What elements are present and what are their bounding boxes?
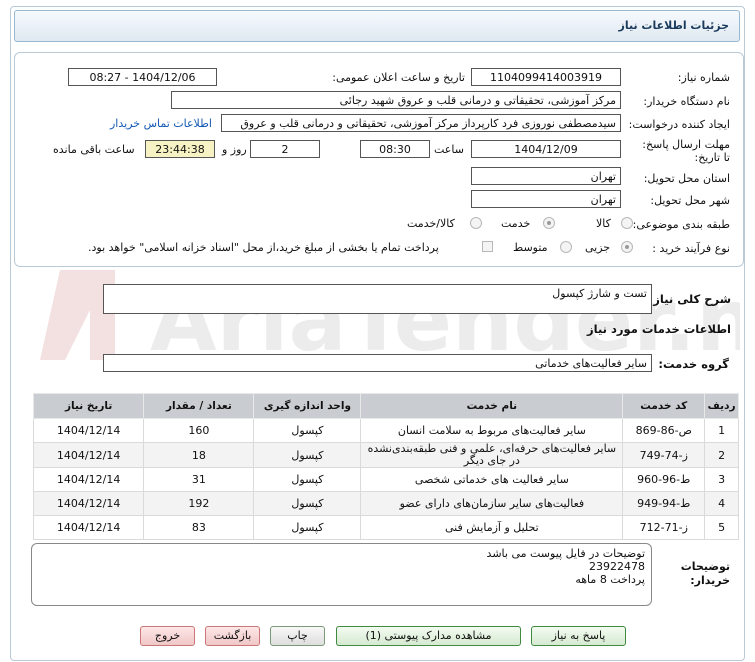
category-option-goods: کالا [596, 217, 611, 230]
city-field[interactable]: تهران [471, 190, 621, 208]
category-label: طبقه بندی موضوعی: [632, 218, 730, 231]
remaining-time-field: 23:44:38 [145, 140, 215, 158]
cell-row: 5 [704, 515, 739, 540]
payment-note: پرداخت تمام یا بخشی از مبلغ خرید،از محل … [88, 241, 439, 254]
purchase-option-minor: جزیی [585, 241, 611, 254]
reply-button[interactable]: پاسخ به نیاز [531, 626, 626, 646]
category-option-goods-service: کالا/خدمت [407, 217, 455, 230]
table-row: 3 ط-96-960 سایر فعالیت های خدماتی شخصی ک… [32, 467, 739, 492]
cell-qty: 18 [143, 442, 255, 468]
need-number-label: شماره نیاز: [677, 71, 730, 84]
cell-row: 1 [704, 418, 739, 443]
announce-field[interactable]: 1404/12/06 - 08:27 [68, 68, 217, 86]
buyer-notes-line: پرداخت 8 ماهه [575, 573, 645, 586]
category-radio-goods[interactable] [621, 217, 633, 229]
cell-row: 2 [704, 442, 739, 468]
cell-code: ز-74-749 [622, 442, 706, 468]
cell-name: فعالیت‌های سایر سازمان‌های دارای عضو [360, 491, 624, 516]
cell-unit: کپسول [253, 467, 362, 492]
cell-unit: کپسول [253, 491, 362, 516]
city-label: شهر محل تحویل: [650, 194, 730, 207]
buyer-notes-field[interactable]: توضیحات در فایل پیوست می باشد 23922478 پ… [31, 543, 652, 606]
cell-qty: 31 [143, 467, 255, 492]
days-field[interactable]: 2 [250, 140, 320, 158]
category-radio-service[interactable] [543, 217, 555, 229]
days-label: روز و [222, 143, 247, 156]
table-row: 1 ص-86-869 سایر فعالیت‌های مربوط به سلام… [32, 418, 739, 443]
services-heading: اطلاعات خدمات مورد نیاز [587, 322, 731, 336]
table-row: 4 ط-94-949 فعالیت‌های سایر سازمان‌های دا… [32, 491, 739, 516]
cell-name: سایر فعالیت‌های مربوط به سلامت انسان [360, 418, 624, 443]
cell-code: ط-96-960 [622, 467, 706, 492]
back-button[interactable]: بازگشت [205, 626, 260, 646]
need-number-field[interactable]: 1104099414003919 [471, 68, 621, 86]
col-name: نام خدمت [360, 393, 624, 419]
cell-name: سایر فعالیت های خدماتی شخصی [360, 467, 624, 492]
attachments-button[interactable]: مشاهده مدارک پیوستی (1) [336, 626, 521, 646]
print-button[interactable]: چاپ [270, 626, 325, 646]
deadline-date-field[interactable]: 1404/12/09 [471, 140, 621, 158]
cell-code: ط-94-949 [622, 491, 706, 516]
table-header-row: ردیف کد خدمت نام خدمت واحد اندازه گیری ت… [32, 393, 739, 419]
purchase-radio-minor[interactable] [621, 241, 633, 253]
service-group-label: گروه خدمت: [658, 357, 729, 371]
purchase-radio-medium[interactable] [560, 241, 572, 253]
table-row: 5 ز-71-712 تحلیل و آزمایش فنی کپسول 83 1… [32, 515, 739, 540]
creator-label: ایجاد کننده درخواست: [628, 118, 730, 131]
creator-field[interactable]: سیدمصطفی نوروزی فرد کارپرداز مرکز آموزشی… [221, 114, 621, 132]
service-group-field[interactable]: سایر فعالیت‌های خدماتی [103, 354, 652, 372]
col-code: کد خدمت [622, 393, 706, 419]
cell-qty: 160 [143, 418, 255, 443]
cell-unit: کپسول [253, 515, 362, 540]
col-row: ردیف [704, 393, 739, 419]
buyer-notes-label: توضیحات خریدار: [680, 560, 730, 587]
deadline-label: مهلت ارسال پاسخ: تا تاریخ: [642, 138, 730, 164]
table-row: 2 ز-74-749 سایر فعالیت‌های حرفه‌ای، علمی… [32, 442, 739, 468]
page-header: جزئیات اطلاعات نیاز [14, 10, 740, 42]
cell-code: ز-71-712 [622, 515, 706, 540]
contact-buyer-link[interactable]: اطلاعات تماس خریدار [110, 117, 212, 130]
cell-code: ص-86-869 [622, 418, 706, 443]
province-label: استان محل تحویل: [643, 172, 730, 185]
remaining-label: ساعت باقی مانده [53, 143, 135, 156]
announce-label: تاریخ و ساعت اعلان عمومی: [332, 71, 465, 84]
cell-qty: 83 [143, 515, 255, 540]
deadline-time-field[interactable]: 08:30 [360, 140, 430, 158]
category-option-service: خدمت [501, 217, 531, 230]
summary-field[interactable]: تست و شارژ کپسول [103, 284, 652, 314]
cell-date: 1404/12/14 [32, 491, 145, 516]
cell-qty: 192 [143, 491, 255, 516]
buyer-org-label: نام دستگاه خریدار: [643, 95, 730, 108]
cell-row: 3 [704, 467, 739, 492]
province-field[interactable]: تهران [471, 167, 621, 185]
cell-unit: کپسول [253, 442, 362, 468]
purchase-option-medium: متوسط [513, 241, 548, 254]
col-unit: واحد اندازه گیری [253, 393, 362, 419]
summary-label: شرح کلی نیاز: [648, 292, 731, 306]
services-table: ردیف کد خدمت نام خدمت واحد اندازه گیری ت… [32, 393, 739, 540]
cell-date: 1404/12/14 [32, 515, 145, 540]
cell-date: 1404/12/14 [32, 418, 145, 443]
cell-date: 1404/12/14 [32, 442, 145, 468]
page-title: جزئیات اطلاعات نیاز [618, 19, 730, 32]
treasury-checkbox[interactable] [482, 241, 493, 252]
buyer-notes-line: 23922478 [589, 560, 645, 573]
buyer-notes-line: توضیحات در فایل پیوست می باشد [486, 547, 645, 560]
cell-date: 1404/12/14 [32, 467, 145, 492]
cell-name: تحلیل و آزمایش فنی [360, 515, 624, 540]
buyer-org-field[interactable]: مرکز آموزشی، تحقیقاتی و درمانی قلب و عرو… [171, 91, 621, 109]
col-date: تاریخ نیاز [32, 393, 145, 419]
exit-button[interactable]: خروج [140, 626, 195, 646]
category-radio-goods-service[interactable] [470, 217, 482, 229]
cell-row: 4 [704, 491, 739, 516]
cell-unit: کپسول [253, 418, 362, 443]
purchase-type-label: نوع فرآیند خرید : [652, 242, 730, 255]
deadline-time-label: ساعت [434, 143, 464, 156]
cell-name: سایر فعالیت‌های حرفه‌ای، علمی و فنی طبقه… [360, 442, 624, 468]
col-qty: تعداد / مقدار [143, 393, 255, 419]
